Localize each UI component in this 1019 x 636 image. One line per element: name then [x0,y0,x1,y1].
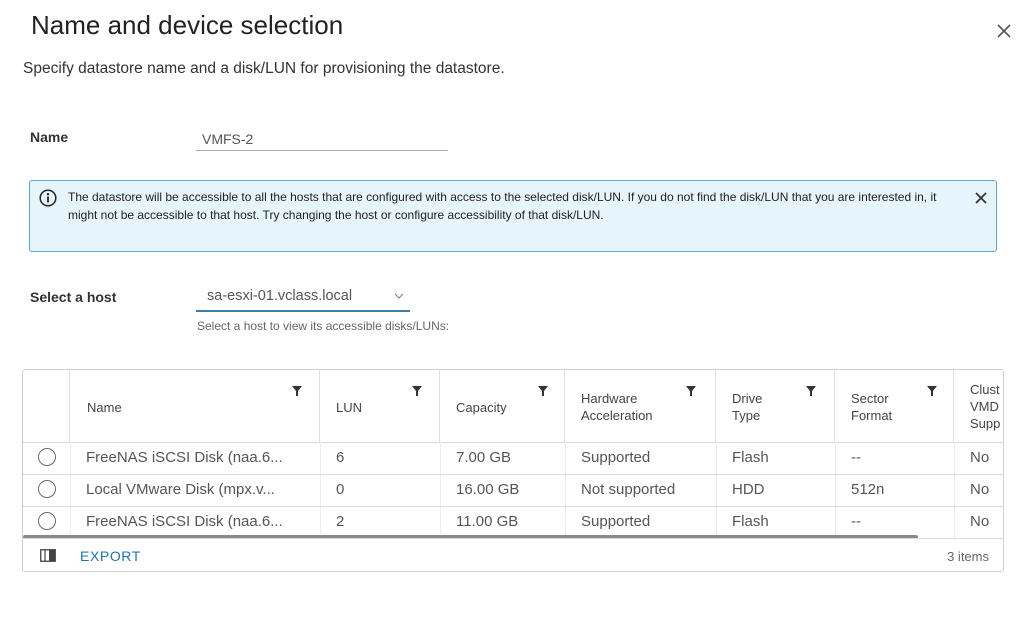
disk-cluster-support: No [970,513,990,530]
column-toggle-icon[interactable] [40,549,56,562]
column-header-drive-type[interactable]: Drive Type [716,370,835,442]
select-column-header [23,370,70,442]
filter-icon[interactable] [292,386,302,396]
column-header-name[interactable]: Name [70,370,320,442]
info-text: The datastore will be accessible to all … [68,190,937,222]
disk-lun: 2 [336,513,345,530]
filter-icon[interactable] [538,386,548,396]
disk-sector-format: -- [851,449,861,466]
column-header-capacity[interactable]: Capacity [440,370,565,442]
disk-capacity: 11.00 GB [456,513,519,530]
host-select[interactable]: sa-esxi-01.vclass.local [196,286,410,312]
disk-grid: Name LUN Capacity Hardware Acceleration … [22,369,1004,572]
disk-capacity: 16.00 GB [456,481,520,498]
column-header-hardware-acceleration[interactable]: Hardware Acceleration [565,370,716,442]
row-radio[interactable] [38,480,56,498]
disk-drive-type: Flash [732,449,769,466]
disk-name: FreeNAS iSCSI Disk (naa.6... [86,513,283,530]
disk-sector-format: 512n [851,481,885,498]
dialog-title: Name and device selection [31,10,344,40]
datastore-name-input[interactable] [196,127,448,151]
info-close-icon[interactable] [973,190,989,206]
row-radio[interactable] [38,448,56,466]
filter-icon[interactable] [927,386,937,396]
export-button[interactable]: EXPORT [80,548,141,564]
disk-hardware-acceleration: Supported [581,449,651,466]
info-alert: The datastore will be accessible to all … [29,180,997,252]
host-hint: Select a host to view its accessible dis… [197,319,450,333]
host-label: Select a host [30,289,117,305]
disk-hardware-acceleration: Supported [581,513,651,530]
info-icon [39,189,57,207]
column-header-cluster-vmdk-support[interactable]: Clust VMD Supp [954,370,1003,442]
table-row[interactable]: Local VMware Disk (mpx.v... 0 16.00 GB N… [23,474,1003,506]
host-select-value: sa-esxi-01.vclass.local [207,288,353,304]
table-row[interactable]: FreeNAS iSCSI Disk (naa.6... 6 7.00 GB S… [23,442,1003,474]
item-count: 3 items [947,549,989,564]
table-row[interactable]: FreeNAS iSCSI Disk (naa.6... 2 11.00 GB … [23,506,1003,538]
dialog-subtitle: Specify datastore name and a disk/LUN fo… [23,60,505,77]
disk-drive-type: Flash [732,513,769,530]
column-header-lun[interactable]: LUN [320,370,440,442]
disk-sector-format: -- [851,513,861,530]
filter-icon[interactable] [686,386,696,396]
filter-icon[interactable] [412,386,422,396]
disk-lun: 0 [336,481,345,498]
disk-capacity: 7.00 GB [456,449,512,466]
grid-body: Name LUN Capacity Hardware Acceleration … [23,370,1003,538]
disk-name: FreeNAS iSCSI Disk (naa.6... [86,449,283,466]
column-header-sector-format[interactable]: Sector Format [835,370,954,442]
chevron-down-icon [394,293,404,299]
grid-footer: EXPORT 3 items [23,538,1003,571]
filter-icon[interactable] [806,386,816,396]
close-icon[interactable] [993,20,1015,42]
name-label: Name [30,129,69,145]
disk-cluster-support: No [970,481,990,498]
disk-hardware-acceleration: Not supported [581,481,676,498]
disk-drive-type: HDD [732,481,765,498]
row-radio[interactable] [38,512,56,530]
disk-name: Local VMware Disk (mpx.v... [86,481,275,498]
disk-cluster-support: No [970,449,990,466]
disk-lun: 6 [336,449,345,466]
